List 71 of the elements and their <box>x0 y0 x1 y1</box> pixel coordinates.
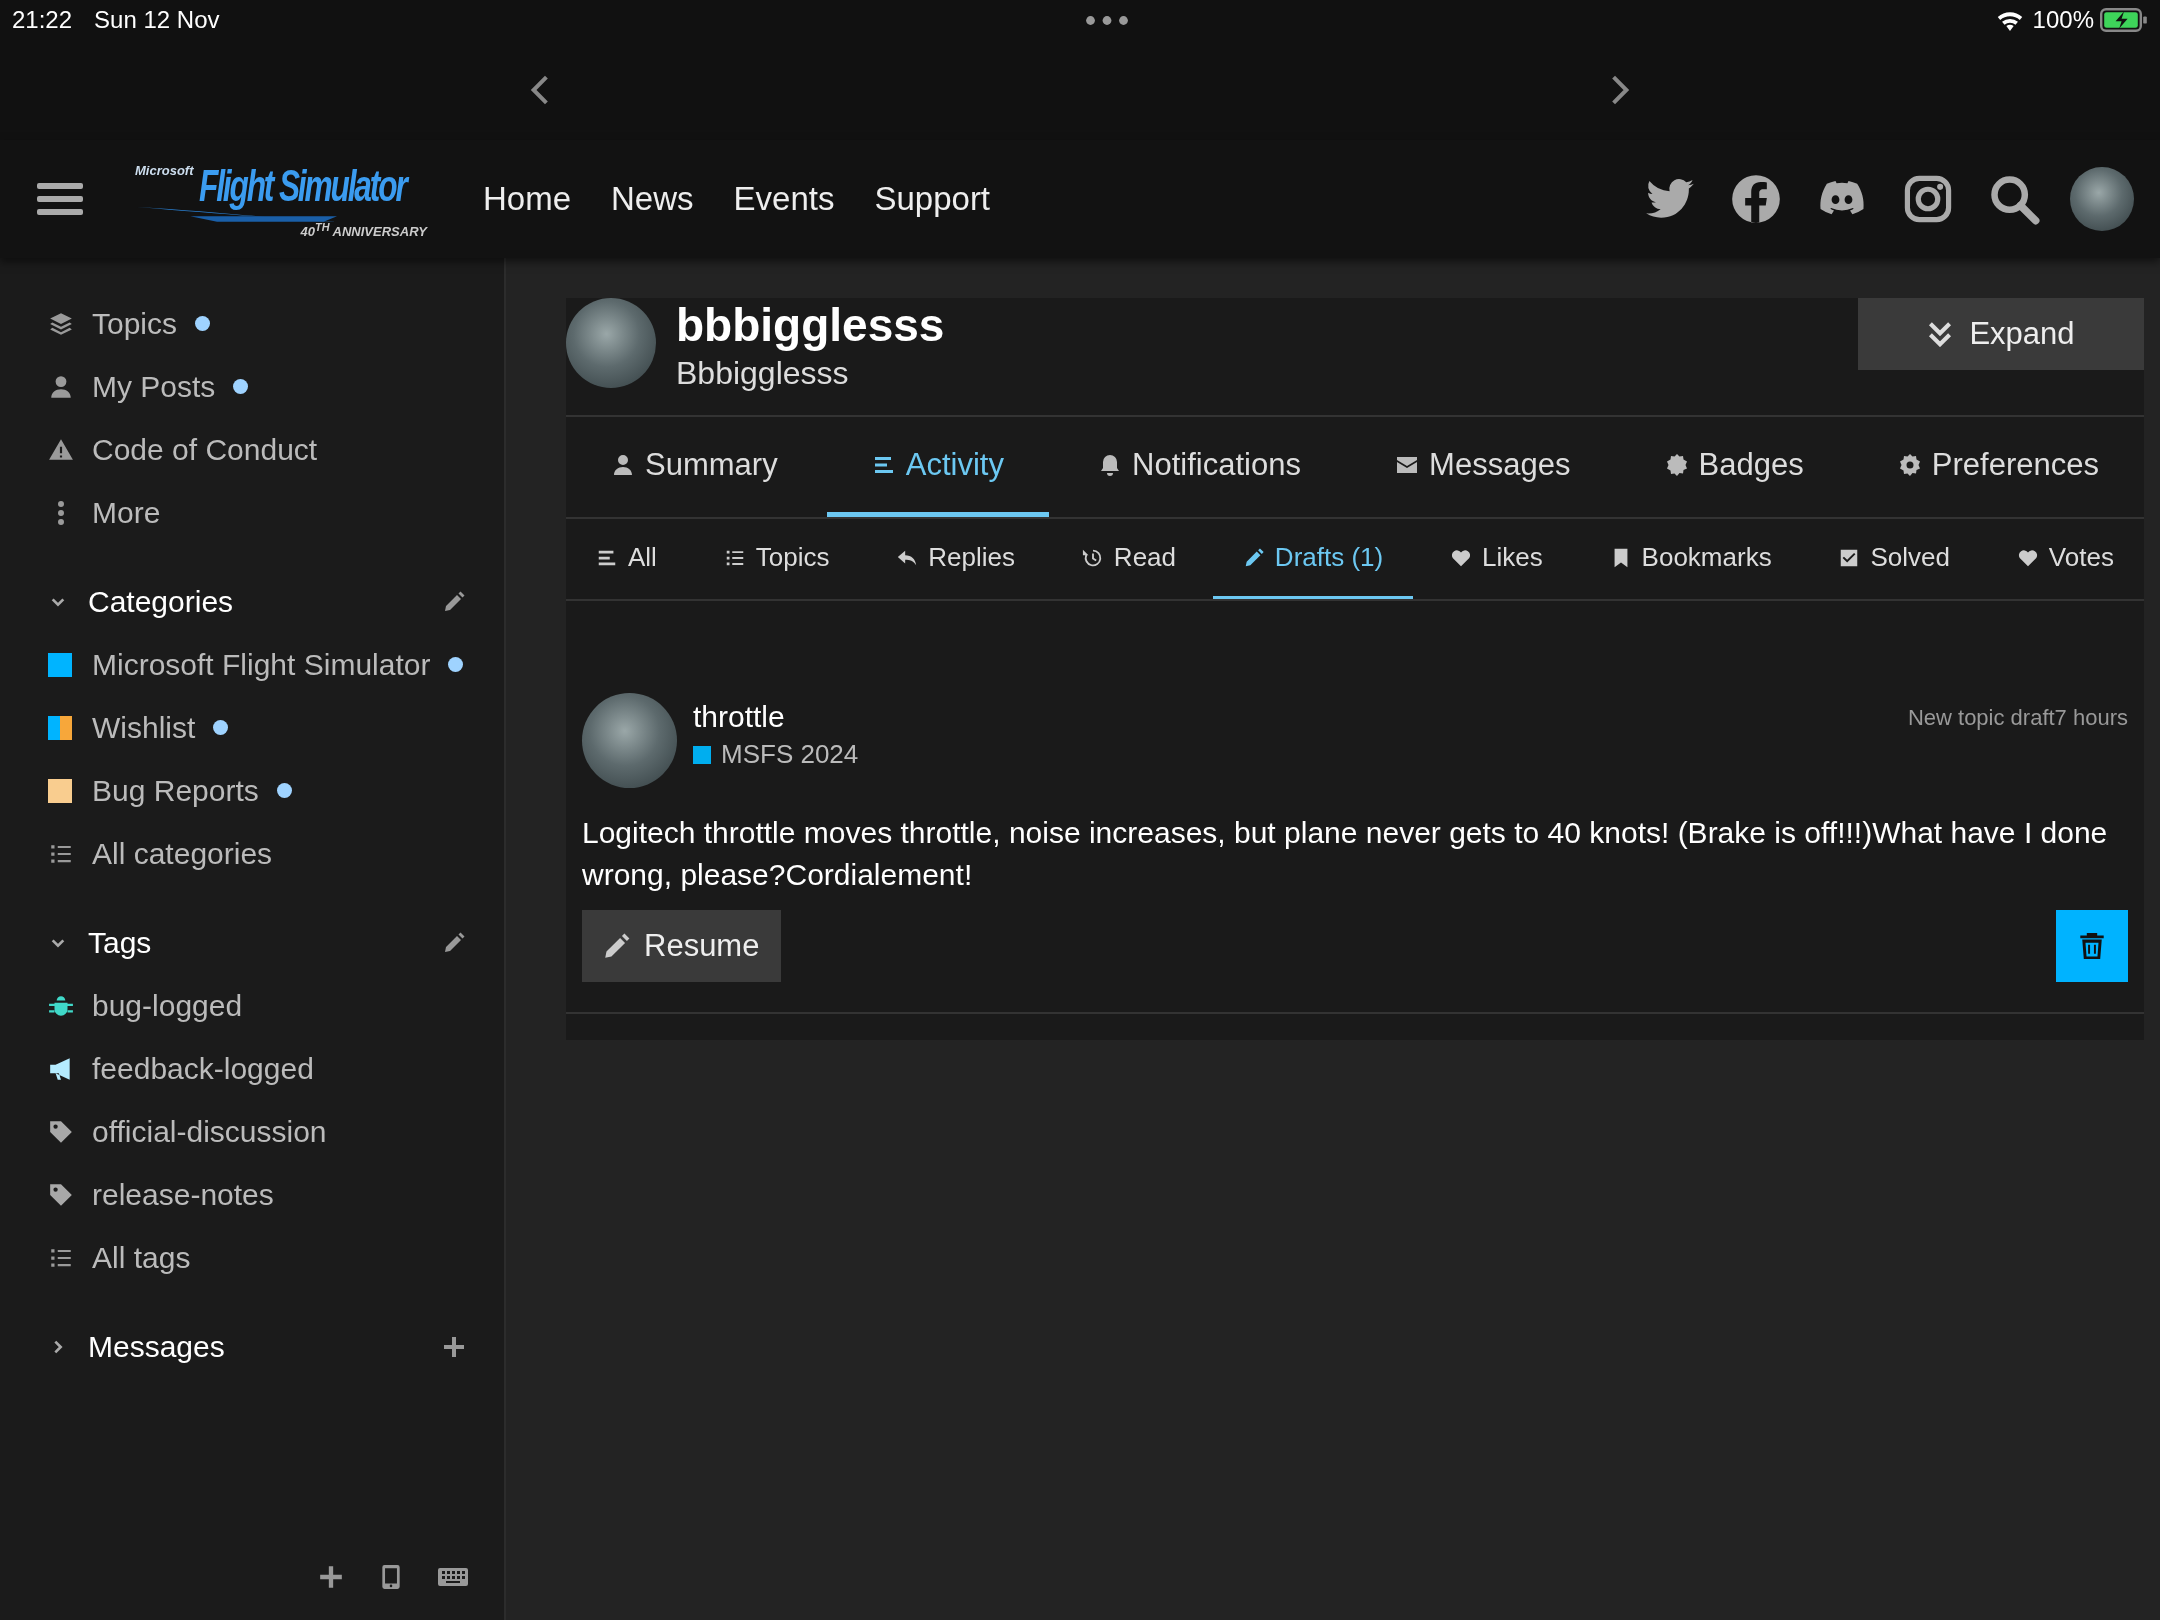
section-header[interactable]: Categories <box>88 584 234 619</box>
section-header[interactable]: Tags <box>88 925 152 960</box>
pencil-icon[interactable] <box>442 589 466 614</box>
search-icon[interactable] <box>1988 173 2040 225</box>
sidebar-link[interactable]: Microsoft Flight Simulator <box>92 647 431 682</box>
activity-filter-tab[interactable]: Likes <box>1420 519 1573 599</box>
delete-button[interactable] <box>2056 910 2128 982</box>
more-icon <box>58 499 64 526</box>
draft-excerpt: Logitech throttle moves throttle, noise increases, but plane never gets to 40 knots! (Brake is off!!!)What have I done wrong, please?Cordialement! <box>582 815 2109 893</box>
resume-button[interactable]: Resume <box>582 910 782 982</box>
sidebar-link[interactable]: All categories <box>92 836 273 871</box>
sidebar-link[interactable]: Topics <box>92 306 178 341</box>
activity-filter-tab[interactable]: Solved <box>1808 519 1980 599</box>
activity-filter-tab[interactable]: Replies <box>866 519 1045 599</box>
nav-link[interactable]: News <box>611 180 694 218</box>
activity-filter-tab[interactable]: Topics <box>693 519 860 599</box>
logo-brand: Microsoft <box>135 163 194 178</box>
back-icon[interactable] <box>530 74 550 106</box>
nav-link[interactable]: Support <box>874 180 991 218</box>
plus-icon[interactable] <box>442 1334 466 1359</box>
keyboard-icon[interactable] <box>438 1567 468 1587</box>
profile-tab[interactable]: Badges <box>1619 417 1849 517</box>
battery-percent: 100% <box>2032 6 2094 34</box>
section-header[interactable]: Messages <box>88 1329 225 1364</box>
expand-button[interactable]: Expand <box>1858 298 2144 370</box>
pencil-icon <box>604 933 630 959</box>
sidebar-link[interactable]: Code of Conduct <box>92 432 318 467</box>
nav-link[interactable]: Events <box>733 180 835 218</box>
sidebar-link[interactable]: official-discussion <box>92 1114 327 1149</box>
more-icon[interactable] <box>1085 14 1130 26</box>
sidebar-link[interactable]: All tags <box>92 1240 191 1275</box>
category-name: MSFS 2024 <box>721 739 859 770</box>
activity-filter-tab[interactable]: Drafts (1) <box>1212 519 1414 599</box>
badge-icon <box>1664 452 1689 477</box>
profile-tab[interactable]: Messages <box>1350 417 1616 517</box>
battery-icon <box>2100 8 2148 32</box>
nav-link[interactable]: Home <box>483 180 572 218</box>
pencil-icon[interactable] <box>442 930 466 955</box>
layers-icon <box>48 310 74 337</box>
full-name: Bbbigglesss <box>676 354 850 393</box>
logo-subtitle: 40$^{TH}$ ANNIVERSARY <box>300 221 427 240</box>
user-icon <box>48 373 74 400</box>
activity-filter-tab[interactable]: Votes <box>1986 519 2144 599</box>
settings-icon <box>1897 452 1922 477</box>
sidebar-link[interactable]: Bug Reports <box>92 773 259 808</box>
sidebar-link[interactable]: bug-logged <box>92 988 243 1023</box>
sidebar-link[interactable]: My Posts <box>92 369 216 404</box>
sidebar-link[interactable]: More <box>92 495 161 530</box>
camera-icon[interactable] <box>1902 173 1954 225</box>
sidebar-link[interactable]: release-notes <box>92 1177 274 1212</box>
profile-tab[interactable]: Activity <box>826 417 1049 517</box>
plus-icon[interactable] <box>318 1564 344 1590</box>
user-icon <box>611 452 635 477</box>
status-time: 21:22 <box>12 6 73 34</box>
activity-filter-tab[interactable]: Read <box>1051 519 1206 599</box>
double-chevron-down-icon <box>1927 321 1954 347</box>
activity-filter-tab[interactable]: All <box>566 519 687 599</box>
profile-tab[interactable]: Preferences <box>1852 417 2144 517</box>
sidebar-link[interactable]: feedback-logged <box>92 1051 314 1086</box>
profile-tab[interactable]: Summary <box>566 417 823 517</box>
trash-icon <box>2079 933 2105 959</box>
forward-icon[interactable] <box>1610 74 1630 106</box>
draft-title[interactable]: throttle <box>693 697 859 737</box>
letter-f-icon[interactable] <box>1730 173 1782 225</box>
menu-icon[interactable] <box>37 181 83 217</box>
status-date: Sun 12 Nov <box>94 6 220 34</box>
profile-tab[interactable]: Notifications <box>1053 417 1346 517</box>
activity-filter-tab[interactable]: Bookmarks <box>1579 519 1802 599</box>
username: bbbigglesss <box>676 298 945 352</box>
sidebar-link[interactable]: Wishlist <box>92 710 196 745</box>
draft-meta: New topic draft7 hours <box>1907 705 2128 731</box>
